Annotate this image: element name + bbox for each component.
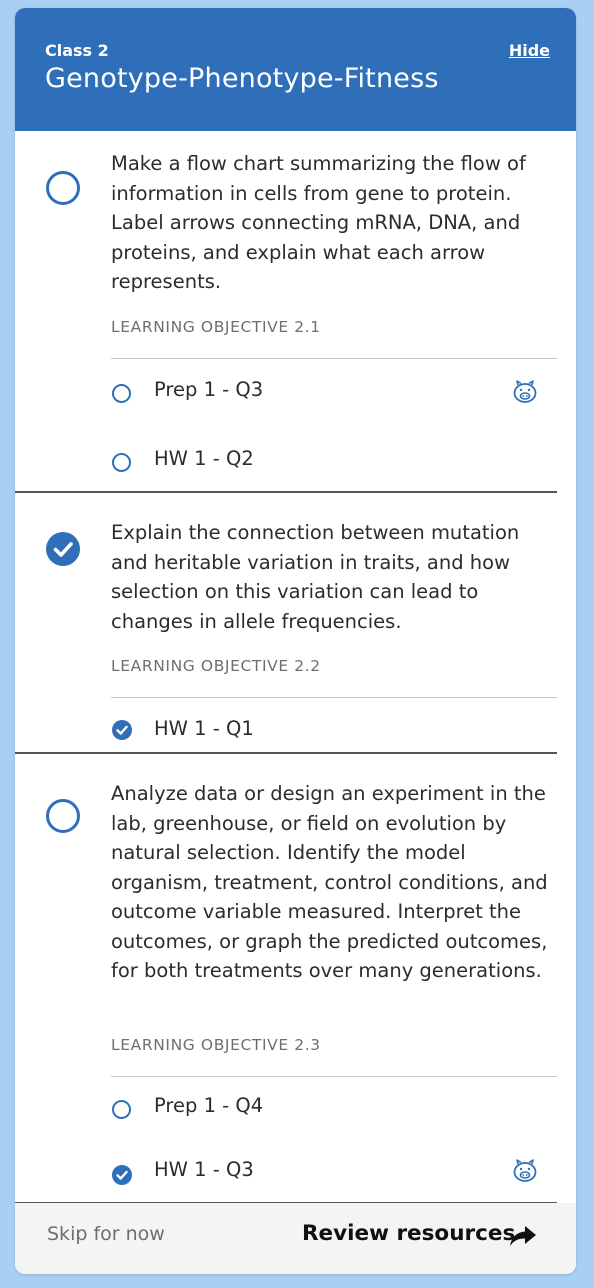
class-label: Class 2 — [45, 41, 109, 60]
question-status-circle[interactable] — [112, 1100, 131, 1119]
objectives-list: Make a flow chart summarizing the flow o… — [15, 131, 557, 1204]
learning-objective-label: LEARNING OBJECTIVE 2.1 — [111, 318, 321, 336]
hide-link[interactable]: Hide — [509, 41, 550, 60]
question-link[interactable]: HW 1 - Q1 — [154, 717, 254, 740]
question-link[interactable]: HW 1 - Q2 — [154, 447, 254, 470]
question-status-check[interactable] — [112, 720, 132, 740]
divider — [111, 358, 557, 359]
objective-status-check[interactable] — [46, 532, 80, 566]
question-link[interactable]: Prep 1 - Q3 — [154, 378, 263, 401]
objective-text: Explain the connection between mutation … — [111, 521, 520, 633]
piggy-icon — [513, 380, 537, 403]
learning-objective-label: LEARNING OBJECTIVE 2.2 — [111, 657, 321, 675]
review-resources-button[interactable]: Review resources — [302, 1221, 515, 1246]
panel-footer: Skip for now Review resources — [15, 1203, 576, 1274]
divider — [111, 1076, 557, 1077]
divider — [111, 697, 557, 698]
objective-status-circle[interactable] — [46, 799, 80, 833]
question-status-circle[interactable] — [112, 453, 131, 472]
panel-header: Class 2 Hide Genotype-Phenotype-Fitness — [15, 8, 576, 131]
question-status-check[interactable] — [112, 1165, 132, 1185]
learning-objective-label: LEARNING OBJECTIVE 2.3 — [111, 1036, 321, 1054]
objective-text: Make a flow chart summarizing the flow o… — [111, 152, 526, 293]
question-link[interactable]: Prep 1 - Q4 — [154, 1094, 263, 1117]
question-link[interactable]: HW 1 - Q3 — [154, 1158, 254, 1181]
objective-item: Analyze data or design an experiment in … — [15, 753, 557, 1203]
question-status-circle[interactable] — [112, 384, 131, 403]
panel-title: Genotype-Phenotype-Fitness — [45, 63, 439, 94]
skip-button[interactable]: Skip for now — [47, 1223, 165, 1245]
objective-status-circle[interactable] — [46, 171, 80, 205]
share-arrow-icon[interactable] — [509, 1224, 537, 1248]
objective-item: Explain the connection between mutation … — [15, 492, 557, 753]
objective-text: Analyze data or design an experiment in … — [111, 782, 548, 982]
piggy-icon — [513, 1159, 537, 1182]
objectives-panel: Class 2 Hide Genotype-Phenotype-Fitness … — [15, 8, 576, 1274]
checkmark-icon — [116, 1170, 128, 1180]
checkmark-icon — [53, 542, 73, 557]
objective-item: Make a flow chart summarizing the flow o… — [15, 131, 557, 492]
checkmark-icon — [116, 725, 128, 735]
